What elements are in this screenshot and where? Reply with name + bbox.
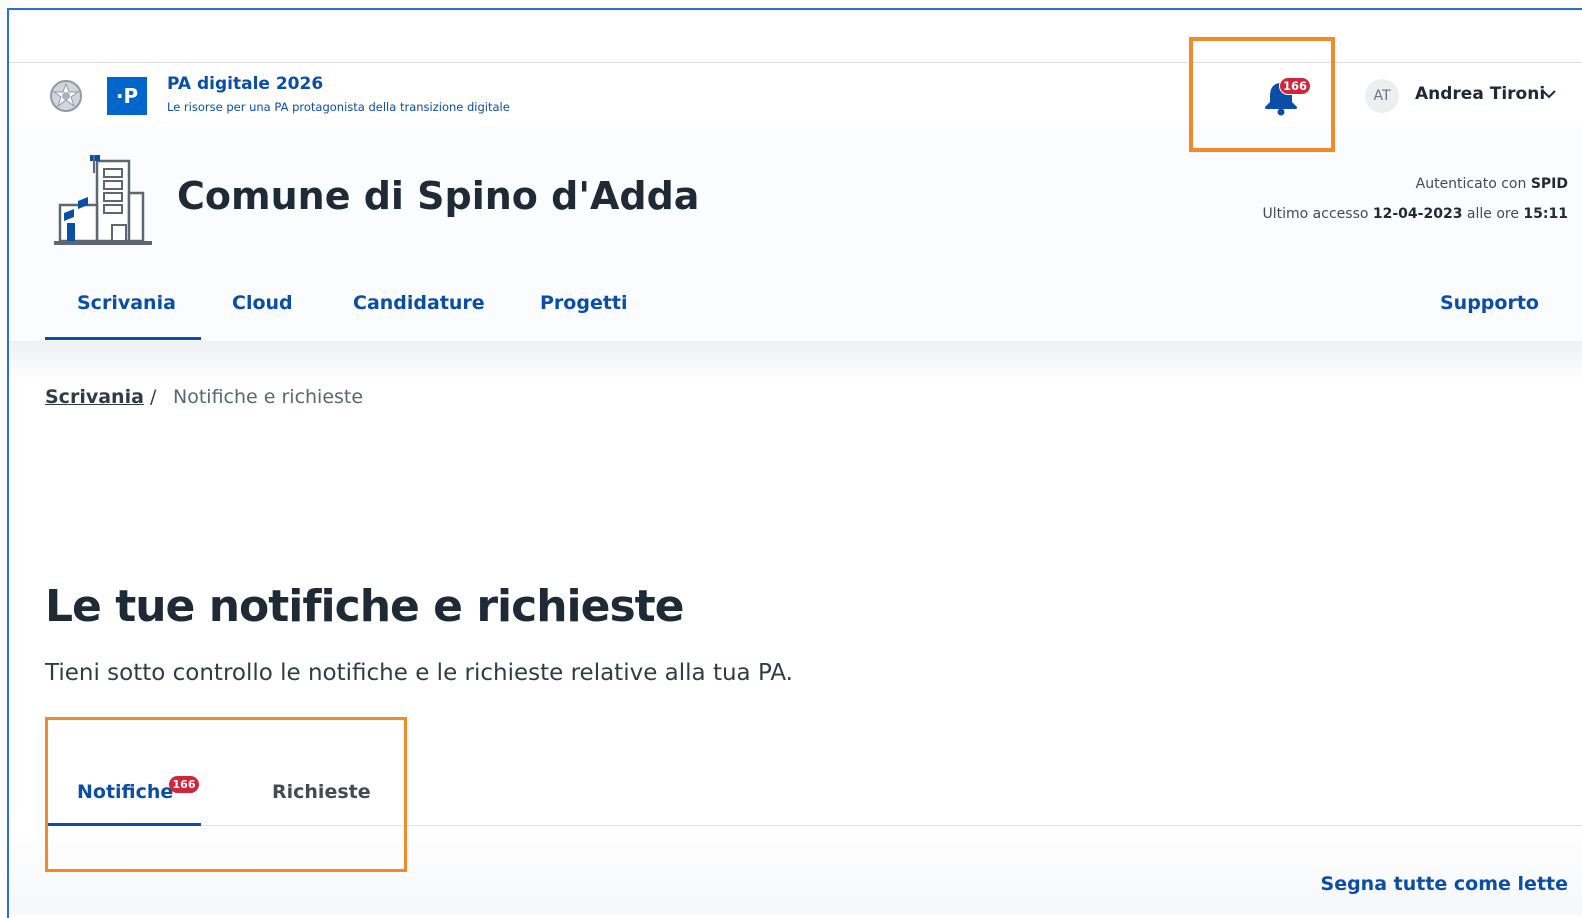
- last-access-date: 12-04-2023: [1372, 206, 1463, 222]
- nav-item-candidature[interactable]: Candidature: [353, 292, 485, 314]
- last-access-info: Ultimo accesso 12-04-2023 alle ore 15:11: [1263, 206, 1568, 222]
- user-name[interactable]: Andrea Tironi: [1415, 84, 1545, 104]
- breadcrumb-separator: /: [150, 386, 157, 408]
- avatar[interactable]: AT: [1365, 79, 1399, 113]
- auth-label: Autenticato con: [1415, 176, 1527, 192]
- top-bar: ·P PA digitale 2026 Le risorse per una P…: [9, 62, 1582, 128]
- page-description: Tieni sotto controllo le notifiche e le …: [45, 660, 793, 686]
- pa-digitale-logo[interactable]: ·P: [107, 77, 147, 115]
- mark-all-read-button[interactable]: Segna tutte come lette: [1321, 873, 1568, 895]
- brand-subtitle: Le risorse per una PA protagonista della…: [167, 100, 510, 114]
- last-access-label: Ultimo accesso: [1262, 206, 1369, 222]
- highlight-box-bell: [1189, 37, 1335, 152]
- nav-divider: [9, 341, 1582, 381]
- auth-method: SPID: [1530, 176, 1568, 192]
- nav-item-supporto[interactable]: Supporto: [1440, 292, 1539, 314]
- republic-emblem-icon: [50, 80, 82, 112]
- last-access-time: 15:11: [1523, 206, 1568, 222]
- nav-item-progetti[interactable]: Progetti: [540, 292, 628, 314]
- town-hall-icon: [54, 155, 152, 245]
- nav-item-scrivania[interactable]: Scrivania: [77, 292, 176, 314]
- breadcrumb-link-scrivania[interactable]: Scrivania: [45, 386, 144, 408]
- entity-name: Comune di Spino d'Adda: [177, 174, 700, 218]
- auth-info: Autenticato con SPID: [1416, 176, 1568, 192]
- last-access-mid: alle ore: [1466, 206, 1519, 222]
- brand-title[interactable]: PA digitale 2026: [167, 74, 323, 94]
- nav-active-indicator: [45, 337, 201, 340]
- chevron-down-icon[interactable]: [1541, 89, 1557, 99]
- highlight-box-tabs: [45, 717, 407, 872]
- nav-item-cloud[interactable]: Cloud: [232, 292, 293, 314]
- breadcrumb-current: Notifiche e richieste: [173, 386, 364, 408]
- page-title: Le tue notifiche e richieste: [45, 581, 685, 632]
